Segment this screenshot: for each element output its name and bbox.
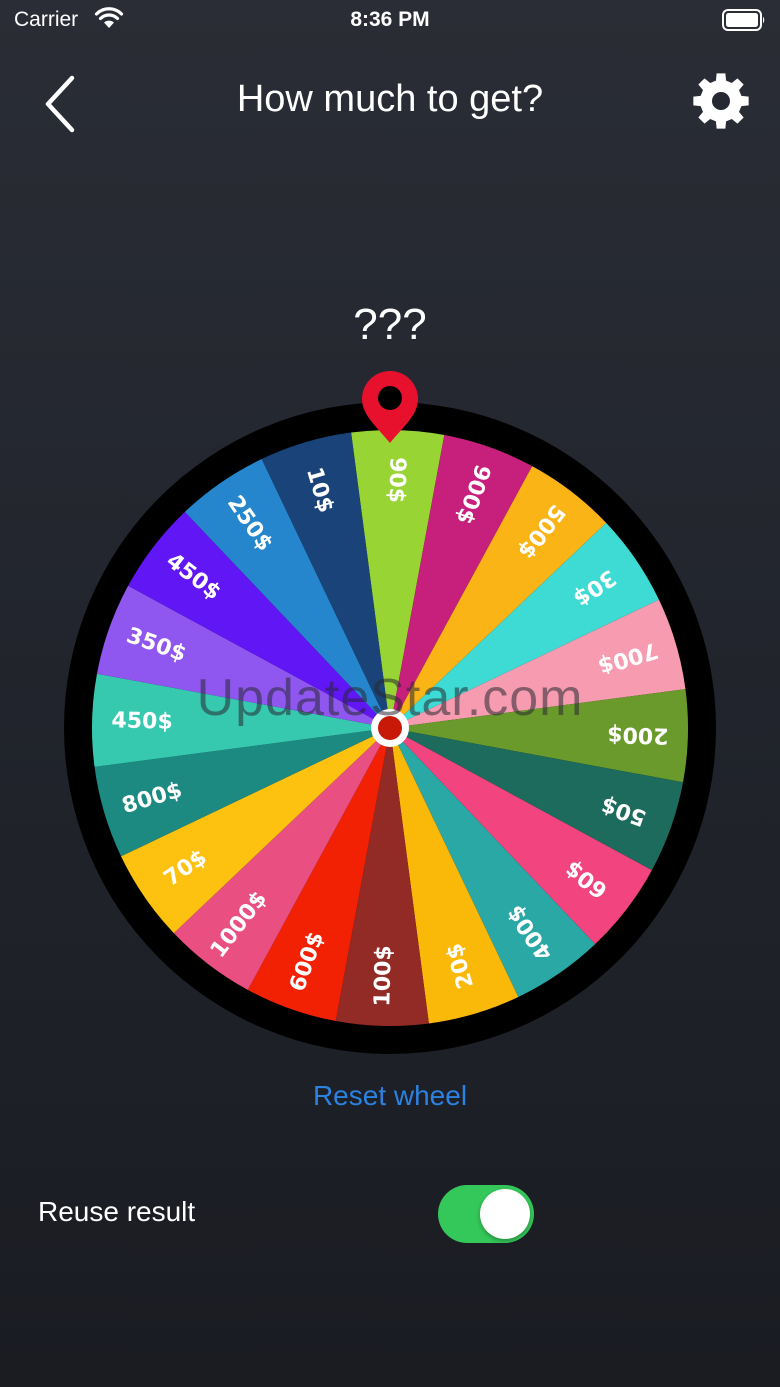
prize-wheel[interactable]: 90$ 900$ 500$ 30$ 700$ 200$ 50$ 60$ 400$ 20$ 100$ 6… [62,365,718,1055]
gear-icon [693,73,749,129]
page-title: How much to get? [236,78,544,120]
wheel-segment-label: 450$ [111,708,173,735]
status-bar: Carrier 8:36 PM [0,0,780,40]
toggle-knob [480,1189,530,1239]
wheel-segment-label: 200$ [607,721,669,748]
status-time: 8:36 PM [350,8,430,31]
reuse-result-label: Reuse result [38,1196,196,1227]
prize-wheel-graphic[interactable]: 90$ 900$500$30$700$200$50$60$400$20$100$6… [62,365,718,1055]
reset-wheel-button[interactable]: Reset wheel [0,1080,780,1112]
spin-result: ??? [353,300,427,349]
settings-button[interactable] [690,70,752,132]
reuse-result-row: Reuse result [0,1180,780,1250]
wheel-segment-label: 100$ [370,945,397,1007]
pointer-pin-hole [378,386,402,410]
navigation-bar: How much to get? [0,60,780,140]
wheel-hub [378,716,402,740]
wheel-segment-label: 90$ [383,457,409,504]
reuse-result-toggle[interactable] [438,1185,534,1243]
battery-icon [722,9,766,36]
